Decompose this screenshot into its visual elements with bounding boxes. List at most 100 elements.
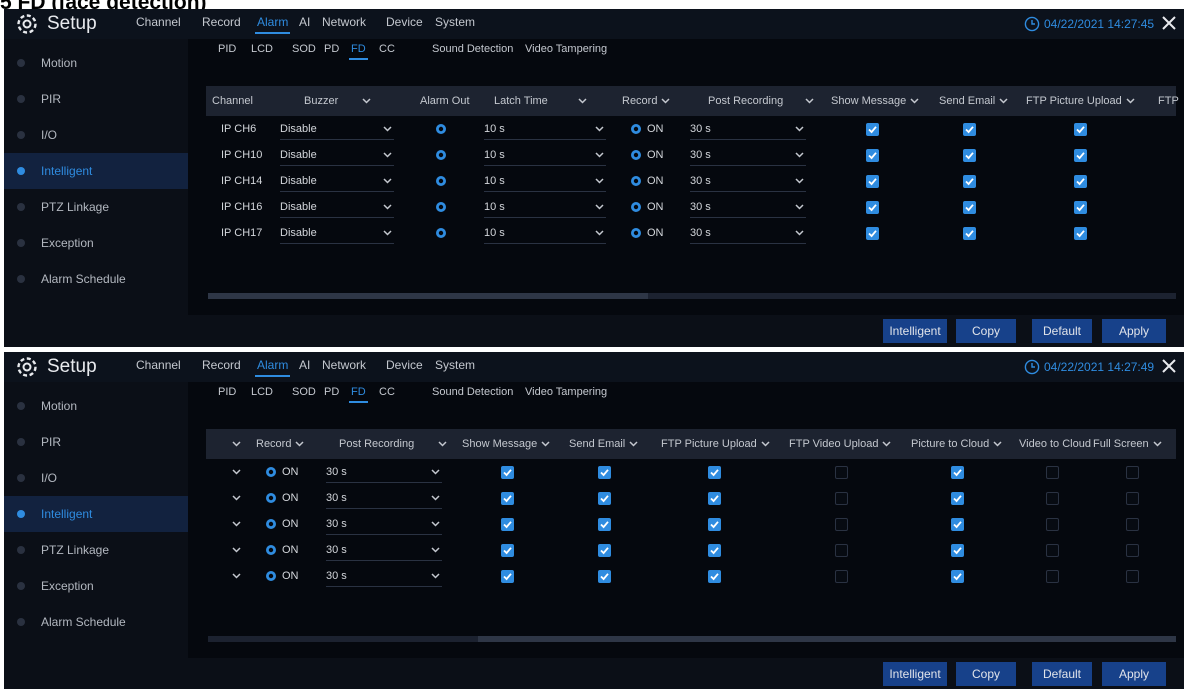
ftp-video-upload-checkbox[interactable] [835, 543, 848, 557]
send-email-checkbox[interactable] [598, 517, 611, 531]
buzzer-select[interactable]: Disable [280, 196, 394, 218]
video-to-cloud-checkbox[interactable] [1046, 465, 1059, 479]
latch-time-select[interactable]: 10 s [484, 222, 606, 244]
sidebar-item-motion[interactable]: Motion [4, 388, 188, 424]
column-header[interactable]: Buzzer [304, 86, 371, 116]
column-header[interactable]: Show Message [462, 429, 550, 459]
main-tab-network[interactable]: Network [322, 358, 366, 372]
record-on-button[interactable]: ON [265, 537, 299, 563]
sidebar-item-exception[interactable]: Exception [4, 568, 188, 604]
send-email-checkbox[interactable] [598, 569, 611, 583]
post-recording-select[interactable]: 30 s [690, 170, 806, 192]
picture-to-cloud-checkbox[interactable] [951, 491, 964, 505]
main-tab-device[interactable]: Device [386, 15, 423, 29]
ftp-video-upload-checkbox[interactable] [835, 569, 848, 583]
latch-time-dropdown-toggle[interactable] [228, 563, 241, 589]
column-header[interactable]: Post Recording [339, 429, 447, 459]
send-email-checkbox[interactable] [963, 148, 976, 162]
full-screen-checkbox[interactable] [1126, 465, 1139, 479]
ftp-picture-upload-checkbox[interactable] [1074, 122, 1087, 136]
send-email-checkbox[interactable] [598, 543, 611, 557]
ftp-picture-upload-checkbox[interactable] [708, 491, 721, 505]
video-to-cloud-checkbox[interactable] [1046, 491, 1059, 505]
latch-time-dropdown-toggle[interactable] [228, 537, 241, 563]
latch-time-dropdown-toggle[interactable] [228, 459, 241, 485]
column-header[interactable]: Full Screen [1093, 429, 1162, 459]
apply-button[interactable]: Apply [1102, 662, 1166, 686]
ftp-picture-upload-checkbox[interactable] [1074, 174, 1087, 188]
sub-tab-video-tampering[interactable]: Video Tampering [525, 386, 607, 398]
full-screen-checkbox[interactable] [1126, 491, 1139, 505]
record-on-button[interactable]: ON [630, 194, 664, 220]
sidebar-item-motion[interactable]: Motion [4, 45, 188, 81]
intelligent-button[interactable]: Intelligent [883, 319, 947, 343]
show-message-checkbox[interactable] [866, 174, 879, 188]
buzzer-select[interactable]: Disable [280, 118, 394, 140]
post-recording-select[interactable]: 30 s [326, 487, 442, 509]
show-message-checkbox[interactable] [501, 465, 514, 479]
latch-time-select[interactable]: 10 s [484, 196, 606, 218]
main-tab-channel[interactable]: Channel [136, 15, 181, 29]
main-tab-network[interactable]: Network [322, 15, 366, 29]
column-header[interactable]: Post Recording [708, 86, 814, 116]
sub-tab-video-tampering[interactable]: Video Tampering [525, 43, 607, 55]
send-email-checkbox[interactable] [963, 200, 976, 214]
post-recording-select[interactable]: 30 s [690, 144, 806, 166]
record-on-button[interactable]: ON [265, 459, 299, 485]
post-recording-select[interactable]: 30 s [326, 565, 442, 587]
alarm-out-settings-button[interactable] [435, 116, 447, 142]
alarm-out-settings-button[interactable] [435, 220, 447, 246]
show-message-checkbox[interactable] [866, 200, 879, 214]
picture-to-cloud-checkbox[interactable] [951, 517, 964, 531]
column-header[interactable]: Picture to Cloud [911, 429, 1002, 459]
record-on-button[interactable]: ON [630, 142, 664, 168]
show-message-checkbox[interactable] [501, 569, 514, 583]
intelligent-button[interactable]: Intelligent [883, 662, 947, 686]
sub-tab-cc[interactable]: CC [379, 386, 395, 398]
sub-tab-sound-detection[interactable]: Sound Detection [432, 386, 513, 398]
send-email-checkbox[interactable] [963, 226, 976, 240]
column-header[interactable]: Send Email [939, 86, 1008, 116]
record-on-button[interactable]: ON [630, 168, 664, 194]
sidebar-item-alarm-schedule[interactable]: Alarm Schedule [4, 604, 188, 640]
column-header[interactable]: Latch Time [494, 86, 587, 116]
sub-tab-sound-detection[interactable]: Sound Detection [432, 43, 513, 55]
record-on-button[interactable]: ON [630, 220, 664, 246]
column-header[interactable]: Show Message [831, 86, 919, 116]
copy-button[interactable]: Copy [956, 319, 1016, 343]
picture-to-cloud-checkbox[interactable] [951, 569, 964, 583]
full-screen-checkbox[interactable] [1126, 517, 1139, 531]
sub-tab-lcd[interactable]: LCD [251, 386, 273, 398]
column-header[interactable]: FTP Picture Upload [661, 429, 770, 459]
video-to-cloud-checkbox[interactable] [1046, 569, 1059, 583]
column-header[interactable]: Send Email [569, 429, 638, 459]
main-tab-ai[interactable]: AI [299, 15, 310, 29]
latch-time-select[interactable]: 10 s [484, 144, 606, 166]
close-button[interactable] [1158, 12, 1180, 34]
sidebar-item-intelligent[interactable]: Intelligent [4, 496, 188, 532]
main-tab-device[interactable]: Device [386, 358, 423, 372]
latch-time-dropdown-toggle[interactable] [228, 511, 241, 537]
latch-time-select[interactable]: 10 s [484, 118, 606, 140]
scrollbar-thumb[interactable] [208, 293, 648, 299]
sub-tab-fd[interactable]: FD [349, 43, 368, 60]
column-header[interactable]: Record [622, 86, 670, 116]
video-to-cloud-checkbox[interactable] [1046, 543, 1059, 557]
picture-to-cloud-checkbox[interactable] [951, 465, 964, 479]
post-recording-select[interactable]: 30 s [690, 118, 806, 140]
apply-button[interactable]: Apply [1102, 319, 1166, 343]
sidebar-item-pir[interactable]: PIR [4, 424, 188, 460]
sidebar-item-alarm-schedule[interactable]: Alarm Schedule [4, 261, 188, 297]
show-message-checkbox[interactable] [866, 122, 879, 136]
latch-time-select[interactable]: 10 s [484, 170, 606, 192]
post-recording-select[interactable]: 30 s [690, 222, 806, 244]
main-tab-system[interactable]: System [435, 15, 475, 29]
sub-tab-pd[interactable]: PD [324, 43, 339, 55]
send-email-checkbox[interactable] [598, 491, 611, 505]
sidebar-item-ptz-linkage[interactable]: PTZ Linkage [4, 532, 188, 568]
show-message-checkbox[interactable] [866, 226, 879, 240]
sidebar-item-pir[interactable]: PIR [4, 81, 188, 117]
ftp-picture-upload-checkbox[interactable] [708, 569, 721, 583]
record-on-button[interactable]: ON [265, 511, 299, 537]
send-email-checkbox[interactable] [963, 122, 976, 136]
